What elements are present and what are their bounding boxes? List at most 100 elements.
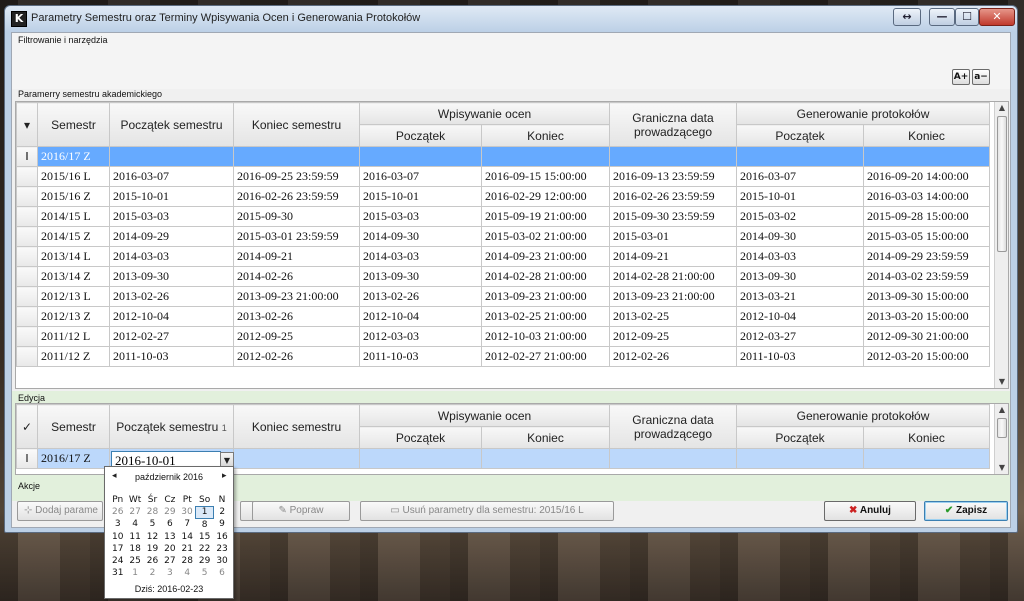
cell-gen_pocz[interactable]: 2015-10-01: [736, 186, 864, 207]
cell-pocz_sem[interactable]: 2016-03-07: [109, 166, 234, 187]
cell-gran[interactable]: 2016-09-13 23:59:59: [609, 166, 737, 187]
cell-kon_sem[interactable]: 2014-09-21: [233, 246, 360, 267]
calendar-day[interactable]: 10: [109, 531, 126, 543]
calendar-day[interactable]: 3: [109, 518, 126, 530]
cell-gran[interactable]: 2015-03-01: [609, 226, 737, 247]
cell-semestr[interactable]: 2011/12 Z: [37, 346, 110, 367]
cell-semestr[interactable]: 2012/13 Z: [37, 306, 110, 327]
cell-gen_kon[interactable]: 2015-09-28 15:00:00: [863, 206, 990, 227]
cell-kon_sem[interactable]: [233, 146, 360, 167]
minimize-button[interactable]: —: [929, 8, 955, 26]
cell-gen_kon[interactable]: 2014-03-02 23:59:59: [863, 266, 990, 287]
cell-wp_kon[interactable]: 2012-02-27 21:00:00: [481, 346, 610, 367]
cell-gen_pocz[interactable]: 2012-03-27: [736, 326, 864, 347]
row-indicator[interactable]: [16, 246, 38, 267]
calendar-day[interactable]: 28: [179, 555, 196, 567]
calendar-day[interactable]: 8: [196, 518, 213, 530]
cell-pocz_sem[interactable]: 2015-10-01: [109, 186, 234, 207]
cell-semestr[interactable]: 2015/16 Z: [37, 186, 110, 207]
cell-wp_pocz[interactable]: 2015-10-01: [359, 186, 482, 207]
calendar-day[interactable]: 23: [213, 543, 230, 555]
cell-kon_sem[interactable]: 2012-02-26: [233, 346, 360, 367]
table-row[interactable]: 2011/12 L 2012-02-27 2012-09-25 2012-03-03 2…: [16, 326, 990, 347]
calendar-day[interactable]: 16: [213, 531, 230, 543]
calendar-day[interactable]: 27: [161, 555, 178, 567]
cell-wp_kon[interactable]: 2014-09-23 21:00:00: [481, 246, 610, 267]
cell-pocz_sem[interactable]: 2011-10-03: [109, 346, 234, 367]
edit-col-wp-koniec[interactable]: Koniec: [481, 426, 610, 449]
cell-wp_kon[interactable]: 2015-03-02 21:00:00: [481, 226, 610, 247]
calendar-day[interactable]: 7: [179, 518, 196, 530]
scroll-down-arrow-icon[interactable]: ▼: [995, 376, 1008, 388]
row-cursor-icon[interactable]: I: [16, 146, 38, 167]
calendar-day[interactable]: 21: [179, 543, 196, 555]
cell-semestr[interactable]: 2016/17 Z: [37, 146, 110, 167]
table-row[interactable]: I 2016/17 Z: [16, 146, 990, 167]
cell-kon_sem[interactable]: 2016-02-26 23:59:59: [233, 186, 360, 207]
edit-col-semestr[interactable]: Semestr: [37, 404, 110, 449]
row-indicator[interactable]: [16, 286, 38, 307]
col-gen-poczatek[interactable]: Początek: [736, 124, 864, 147]
cell-gen_pocz[interactable]: 2013-03-21: [736, 286, 864, 307]
cell-gen_pocz[interactable]: 2011-10-03: [736, 346, 864, 367]
calendar-month-title[interactable]: październik 2016: [105, 472, 233, 482]
edit-indicator-header[interactable]: ✓: [16, 404, 38, 449]
cell-wp_kon[interactable]: 2016-09-15 15:00:00: [481, 166, 610, 187]
cell-pocz_sem[interactable]: 2013-09-30: [109, 266, 234, 287]
calendar-day[interactable]: 14: [179, 531, 196, 543]
cell-gen_kon[interactable]: 2015-03-05 15:00:00: [863, 226, 990, 247]
row-indicator[interactable]: [16, 186, 38, 207]
edit-col-wp-poczatek[interactable]: Początek: [359, 426, 482, 449]
calendar-day[interactable]: 30: [179, 506, 196, 518]
cell-gen_kon[interactable]: 2012-09-30 21:00:00: [863, 326, 990, 347]
calendar-day[interactable]: 9: [213, 518, 230, 530]
calendar-today-link[interactable]: Dziś: 2016-02-23: [105, 584, 233, 594]
calendar-day[interactable]: 2: [213, 506, 230, 518]
table-row[interactable]: 2013/14 Z 2013-09-30 2014-02-26 2013-09-30 2…: [16, 266, 990, 287]
cell-kon_sem[interactable]: 2015-09-30: [233, 206, 360, 227]
cell-kon_sem[interactable]: 2013-09-23 21:00:00: [233, 286, 360, 307]
edit-cell-wp-poczatek[interactable]: [359, 448, 482, 469]
edit-cell-gen-koniec[interactable]: [863, 448, 990, 469]
cell-kon_sem[interactable]: 2012-09-25: [233, 326, 360, 347]
calendar-day[interactable]: 17: [109, 543, 126, 555]
maximize-button[interactable]: ☐: [955, 8, 979, 26]
edit-cell-gen-poczatek[interactable]: [736, 448, 864, 469]
col-poczatek-semestru[interactable]: Początek semestru: [109, 102, 234, 147]
calendar-day[interactable]: 27: [126, 506, 143, 518]
cell-gran[interactable]: [609, 146, 737, 167]
calendar-day[interactable]: 3: [161, 567, 178, 579]
cell-wp_pocz[interactable]: 2013-09-30: [359, 266, 482, 287]
fix-button[interactable]: ✎ Popraw: [252, 501, 350, 521]
calendar-day[interactable]: 29: [161, 506, 178, 518]
scroll-thumb[interactable]: [997, 116, 1007, 252]
cell-wp_kon[interactable]: [481, 146, 610, 167]
table-row[interactable]: 2015/16 Z 2015-10-01 2016-02-26 23:59:59 20…: [16, 186, 990, 207]
calendar-day[interactable]: 24: [109, 555, 126, 567]
calendar-day[interactable]: 26: [109, 506, 126, 518]
cell-gen_pocz[interactable]: 2014-03-03: [736, 246, 864, 267]
calendar-day[interactable]: 1: [126, 567, 143, 579]
cell-wp_pocz[interactable]: 2014-09-30: [359, 226, 482, 247]
calendar-day[interactable]: 29: [196, 555, 213, 567]
cell-gran[interactable]: 2012-09-25: [609, 326, 737, 347]
cell-pocz_sem[interactable]: 2012-10-04: [109, 306, 234, 327]
cell-wp_pocz[interactable]: 2016-03-07: [359, 166, 482, 187]
cell-gen_kon[interactable]: 2013-09-30 15:00:00: [863, 286, 990, 307]
cell-pocz_sem[interactable]: 2012-02-27: [109, 326, 234, 347]
edit-cell-semestr[interactable]: 2016/17 Z: [37, 448, 110, 469]
col-graniczna-data[interactable]: Graniczna data prowadzącego: [609, 102, 737, 147]
cell-kon_sem[interactable]: 2014-02-26: [233, 266, 360, 287]
remove-parameters-button[interactable]: ▭ Usuń parametry dla semestru: 2015/16 L: [360, 501, 614, 521]
calendar-day[interactable]: 4: [126, 518, 143, 530]
edit-scroll-down-icon[interactable]: ▼: [995, 462, 1008, 474]
table-row[interactable]: 2014/15 L 2015-03-03 2015-09-30 2015-03-03 2…: [16, 206, 990, 227]
next-month-arrow-icon[interactable]: ▸: [222, 471, 227, 481]
cell-gen_kon[interactable]: 2012-03-20 15:00:00: [863, 346, 990, 367]
calendar-day[interactable]: 13: [161, 531, 178, 543]
cell-gen_pocz[interactable]: 2013-09-30: [736, 266, 864, 287]
cell-pocz_sem[interactable]: 2015-03-03: [109, 206, 234, 227]
edit-col-gen-poczatek[interactable]: Początek: [736, 426, 864, 449]
cell-gran[interactable]: 2016-02-26 23:59:59: [609, 186, 737, 207]
cell-kon_sem[interactable]: 2013-02-26: [233, 306, 360, 327]
